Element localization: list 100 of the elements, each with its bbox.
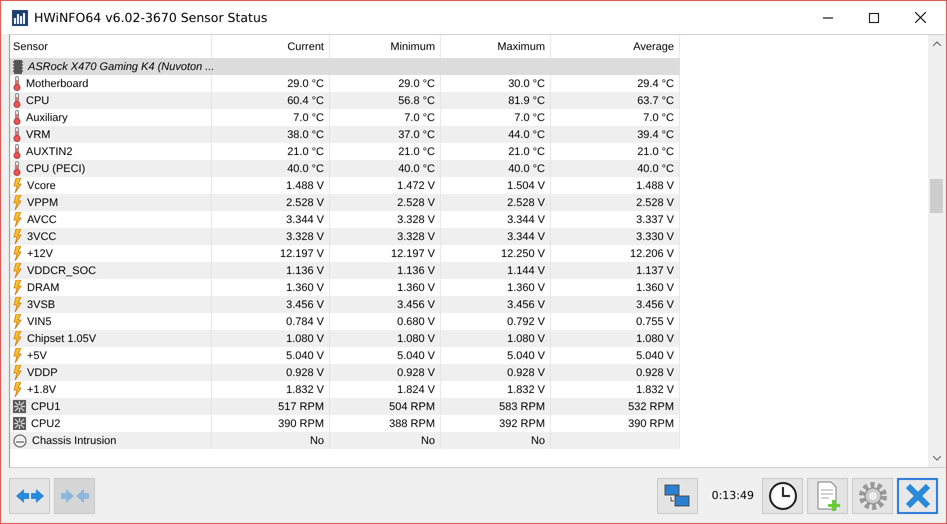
lightning-icon bbox=[13, 331, 22, 346]
table-cell: 583 RPM bbox=[499, 400, 545, 412]
sensor-name: VDDP bbox=[27, 366, 58, 378]
table-cell: 29.4 °C bbox=[637, 78, 674, 90]
table-cell: 3.328 V bbox=[397, 214, 435, 226]
sensor-name: 3VCC bbox=[27, 230, 56, 242]
table-cell: 3.337 V bbox=[636, 214, 674, 226]
sensor-name: +1.8V bbox=[27, 384, 56, 396]
scroll-thumb[interactable] bbox=[930, 179, 943, 213]
sensor-name: CPU bbox=[26, 94, 50, 106]
table-cell: 0.680 V bbox=[397, 316, 435, 328]
table-cell: 12.197 V bbox=[280, 248, 324, 260]
sensor-name: CPU1 bbox=[31, 400, 60, 412]
table-cell: 81.9 °C bbox=[508, 94, 545, 106]
table-cell: 1.488 V bbox=[636, 180, 674, 192]
column-header[interactable]: Current bbox=[287, 40, 324, 52]
table-cell: 1.360 V bbox=[286, 282, 324, 294]
sensor-name: Chipset 1.05V bbox=[27, 332, 96, 344]
lightning-icon bbox=[13, 382, 22, 397]
table-cell: 1.137 V bbox=[636, 264, 674, 276]
scroll-up-icon[interactable] bbox=[932, 41, 940, 46]
sensor-name: Vcore bbox=[27, 180, 56, 192]
collapse-arrows-icon bbox=[60, 486, 90, 504]
table-cell: 38.0 °C bbox=[287, 128, 324, 140]
lightning-icon bbox=[13, 297, 22, 312]
table-cell: No bbox=[420, 434, 435, 446]
settings-button[interactable] bbox=[852, 478, 893, 514]
table-cell: 44.0 °C bbox=[508, 128, 545, 140]
table-cell: 56.8 °C bbox=[398, 94, 435, 106]
table-cell: 2.528 V bbox=[397, 196, 435, 208]
table-cell: 0.928 V bbox=[507, 366, 545, 378]
close-icon[interactable] bbox=[915, 12, 926, 23]
expand-arrows-icon bbox=[14, 486, 44, 504]
sensor-name: DRAM bbox=[27, 282, 60, 294]
table-cell: 392 RPM bbox=[499, 418, 545, 430]
table-cell: 1.360 V bbox=[507, 282, 545, 294]
table-cell: 5.040 V bbox=[286, 350, 324, 362]
lightning-icon bbox=[13, 280, 22, 295]
table-cell: 1.360 V bbox=[397, 282, 435, 294]
sensor-name: VRM bbox=[26, 128, 50, 140]
table-cell: 5.040 V bbox=[636, 350, 674, 362]
column-header[interactable]: Average bbox=[633, 40, 674, 52]
table-cell: 21.0 °C bbox=[508, 146, 545, 158]
device-name: ASRock X470 Gaming K4 (Nuvoton ... bbox=[28, 60, 214, 72]
table-cell: No bbox=[530, 434, 545, 446]
clock-button[interactable] bbox=[762, 478, 803, 514]
network-button[interactable] bbox=[656, 478, 698, 514]
table-cell: 3.330 V bbox=[636, 230, 674, 242]
table-cell: 7.0 °C bbox=[293, 112, 324, 124]
table-cell: 1.832 V bbox=[286, 384, 324, 396]
table-cell: 1.504 V bbox=[507, 180, 545, 192]
column-header[interactable]: Minimum bbox=[390, 40, 435, 52]
table-cell: 1.080 V bbox=[507, 332, 545, 344]
table-cell: 3.344 V bbox=[286, 214, 324, 226]
table-cell: 3.328 V bbox=[397, 230, 435, 242]
table-cell: 3.328 V bbox=[286, 230, 324, 242]
table-cell: 2.528 V bbox=[636, 196, 674, 208]
table-cell: 5.040 V bbox=[507, 350, 545, 362]
table-cell: 3.456 V bbox=[397, 298, 435, 310]
table-cell: 21.0 °C bbox=[398, 146, 435, 158]
table-cell: 3.456 V bbox=[507, 298, 545, 310]
sensor-name: CPU (PECI) bbox=[26, 162, 86, 174]
table-cell: 1.136 V bbox=[286, 264, 324, 276]
table-cell: 3.344 V bbox=[507, 230, 545, 242]
lightning-icon bbox=[13, 348, 22, 363]
scrollbar[interactable] bbox=[928, 35, 945, 467]
maximize-icon[interactable] bbox=[869, 12, 879, 22]
table-cell: 0.928 V bbox=[286, 366, 324, 378]
table-cell: 390 RPM bbox=[278, 418, 324, 430]
elapsed-time: 0:13:49 bbox=[712, 489, 754, 502]
column-header[interactable]: Maximum bbox=[497, 40, 545, 52]
table-cell: 40.0 °C bbox=[398, 162, 435, 174]
table-cell: 532 RPM bbox=[628, 400, 674, 412]
sensor-name: AUXTIN2 bbox=[26, 146, 72, 158]
table-cell: 388 RPM bbox=[389, 418, 435, 430]
lightning-icon bbox=[13, 263, 22, 278]
table-cell: 12.197 V bbox=[390, 248, 435, 260]
table-cell: 7.0 °C bbox=[514, 112, 545, 124]
monitors-icon bbox=[663, 482, 692, 508]
lightning-icon bbox=[13, 229, 22, 244]
sensor-name: VPPM bbox=[27, 196, 58, 208]
table-cell: No bbox=[310, 434, 324, 446]
close-button[interactable] bbox=[897, 478, 938, 514]
table-cell: 3.344 V bbox=[507, 214, 545, 226]
table-cell: 0.792 V bbox=[507, 316, 545, 328]
table-cell: 0.755 V bbox=[636, 316, 674, 328]
table-cell: 0.928 V bbox=[636, 366, 674, 378]
column-header[interactable]: Sensor bbox=[13, 40, 48, 52]
table-cell: 60.4 °C bbox=[287, 94, 324, 106]
expand-button[interactable] bbox=[9, 478, 50, 514]
table-cell: 1.824 V bbox=[397, 384, 435, 396]
table-cell: 40.0 °C bbox=[637, 162, 674, 174]
sensor-name: +12V bbox=[27, 248, 53, 260]
scroll-down-icon[interactable] bbox=[932, 456, 940, 461]
table-cell: 517 RPM bbox=[278, 400, 324, 412]
table-cell: 390 RPM bbox=[628, 418, 674, 430]
sensor-name: Auxiliary bbox=[26, 112, 68, 124]
lightning-icon bbox=[13, 365, 22, 380]
table-cell: 1.832 V bbox=[507, 384, 545, 396]
table-cell: 1.360 V bbox=[636, 282, 674, 294]
